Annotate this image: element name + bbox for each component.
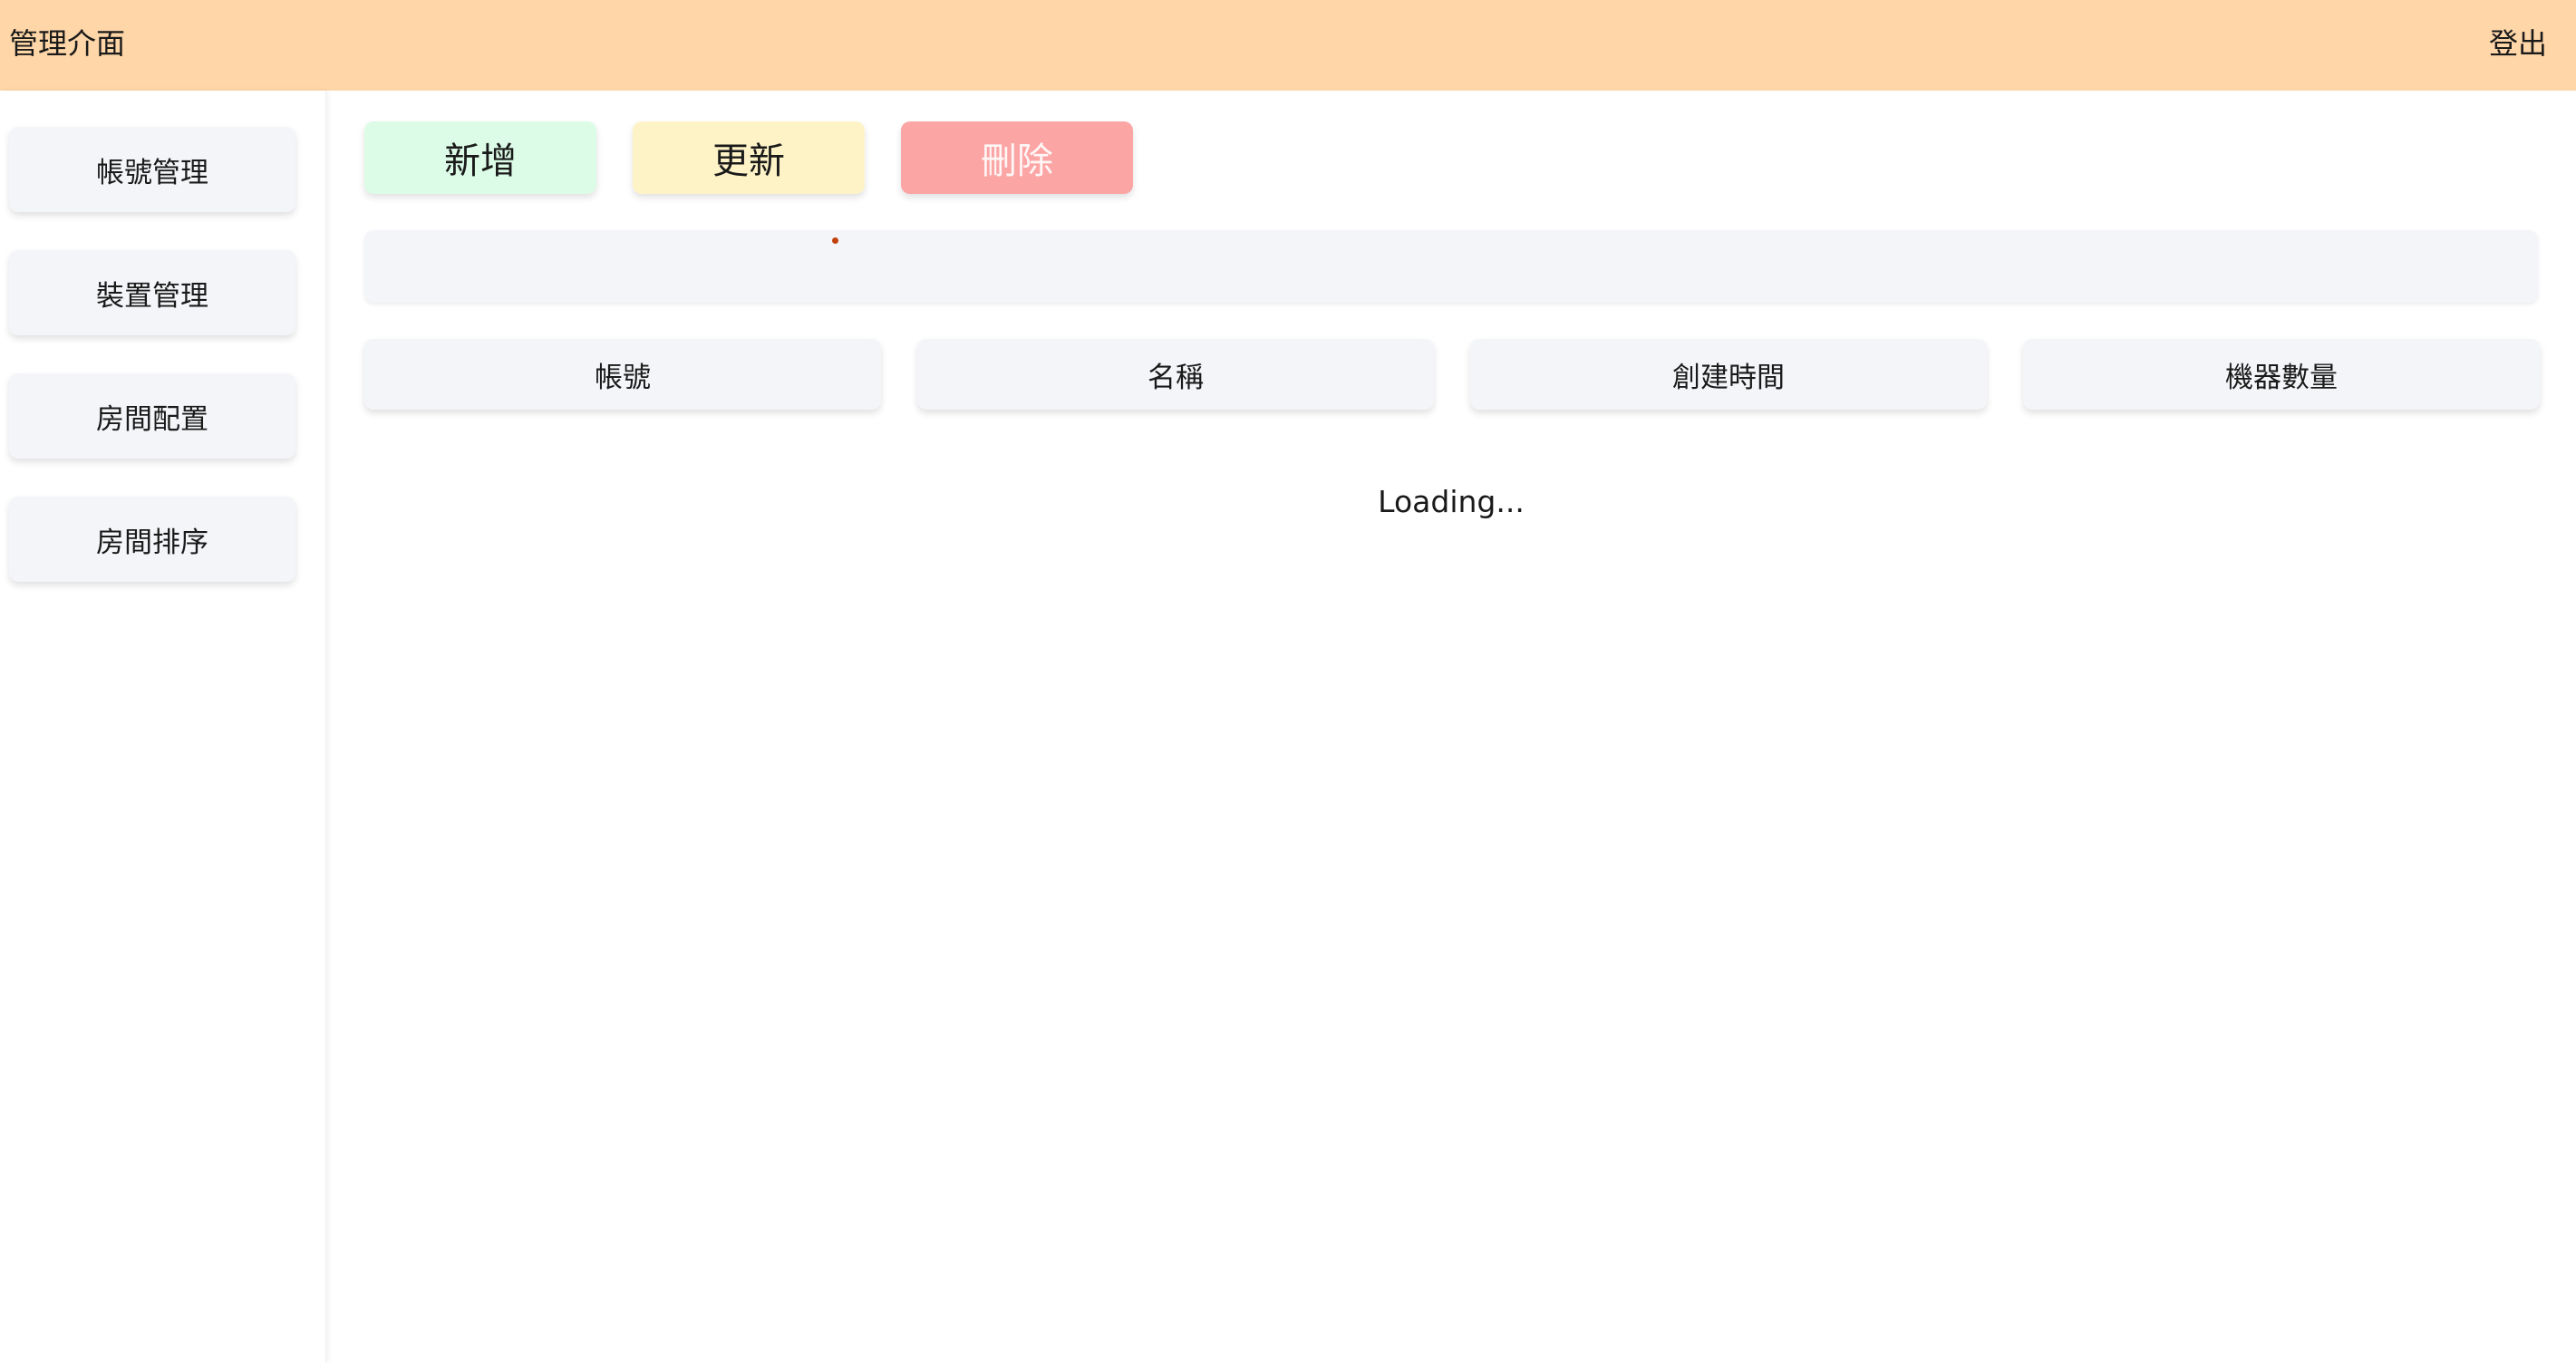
add-button[interactable]: 新增: [364, 121, 596, 194]
main-content: 新增 更新 刪除 帳號 名稱 創建時間 機器數量 Loading...: [326, 91, 2576, 1363]
sidebar: 帳號管理 裝置管理 房間配置 房間排序: [0, 91, 326, 1363]
delete-button[interactable]: 刪除: [901, 121, 1133, 194]
search-input[interactable]: [364, 230, 2538, 303]
top-header: 管理介面 登出: [0, 0, 2576, 91]
app-title: 管理介面: [9, 26, 126, 61]
sidebar-item-room-configuration[interactable]: 房間配置: [9, 373, 295, 459]
cursor-dot: [832, 237, 838, 244]
logout-button[interactable]: 登出: [2489, 25, 2547, 62]
column-header-device-count[interactable]: 機器數量: [2023, 339, 2540, 410]
sidebar-item-room-sorting[interactable]: 房間排序: [9, 497, 295, 582]
sidebar-item-device-management[interactable]: 裝置管理: [9, 250, 295, 335]
column-header-account[interactable]: 帳號: [364, 339, 881, 410]
sidebar-item-account-management[interactable]: 帳號管理: [9, 127, 295, 212]
update-button[interactable]: 更新: [633, 121, 865, 194]
column-header-created-time[interactable]: 創建時間: [1470, 339, 1987, 410]
loading-text: Loading...: [1378, 484, 1525, 519]
column-header-name[interactable]: 名稱: [917, 339, 1434, 410]
